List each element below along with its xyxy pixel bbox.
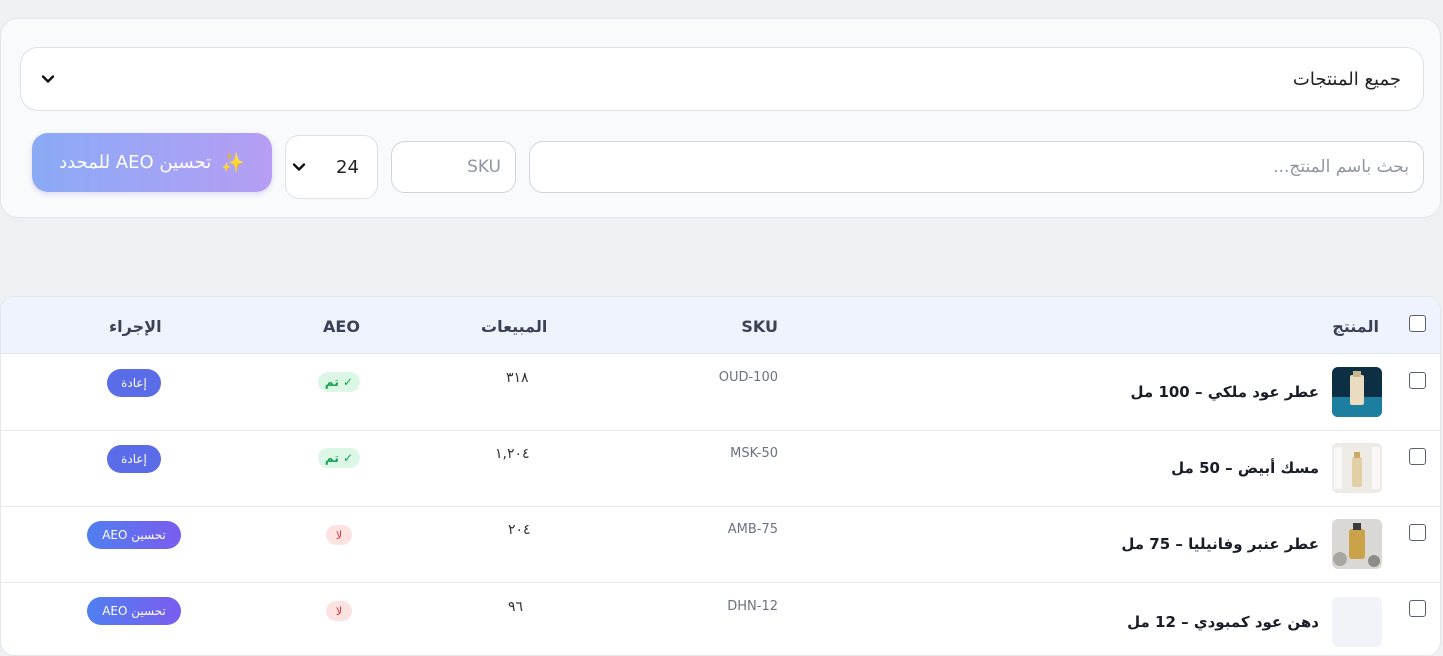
chevron-down-icon [292,160,306,174]
header-aeo: AEO [323,317,360,336]
category-select[interactable]: جميع المنتجات [20,47,1424,111]
products-table: المنتج SKU المبيعات AEO الإجراء عطر عود … [0,296,1441,656]
sku-search-input[interactable] [391,141,516,193]
product-name: مسك أبيض – 50 مل [1171,459,1319,477]
table-header: المنتج SKU المبيعات AEO الإجراء [1,297,1440,354]
product-name: دهن عود كمبودي – 12 مل [1127,613,1319,631]
product-thumbnail [1332,519,1382,569]
row-checkbox[interactable] [1409,448,1426,465]
table-row: دهن عود كمبودي – 12 مل DHN-12 ٩٦ لا تحسي… [1,583,1440,655]
header-action: الإجراء [109,317,162,336]
select-all-checkbox[interactable] [1409,315,1426,332]
per-page-value: 24 [336,156,359,178]
product-sales: ١,٢٠٤ [495,446,530,462]
table-row: عطر عنبر وفانيليا – 75 مل AMB-75 ٢٠٤ لا … [1,507,1440,583]
table-row: عطر عود ملكي – 100 مل OUD-100 ٣١٨ ✓ تم إ… [1,355,1440,431]
product-search-input[interactable] [529,141,1424,193]
row-checkbox[interactable] [1409,600,1426,617]
header-sku: SKU [741,317,778,336]
redo-button[interactable]: إعادة [107,369,161,397]
bulk-aeo-improve-button[interactable]: ✨ تحسين AEO للمحدد [32,133,272,192]
per-page-select[interactable]: 24 [285,135,378,199]
aeo-status-badge: ✓ تم [318,448,360,468]
product-sales: ٢٠٤ [508,522,531,538]
product-thumbnail [1332,443,1382,493]
redo-button[interactable]: إعادة [107,445,161,473]
aeo-status-badge: لا [326,525,352,545]
table-row: مسك أبيض – 50 مل MSK-50 ١,٢٠٤ ✓ تم إعادة [1,431,1440,507]
product-sku: OUD-100 [718,370,778,385]
header-product: المنتج [1332,317,1379,336]
product-sku: DHN-12 [727,599,778,614]
product-name: عطر عنبر وفانيليا – 75 مل [1121,535,1319,553]
header-sales: المبيعات [481,317,548,336]
row-checkbox[interactable] [1409,524,1426,541]
aeo-status-badge: ✓ تم [318,372,360,392]
product-sales: ٣١٨ [506,370,529,386]
product-sku: MSK-50 [730,446,778,461]
aeo-improve-button[interactable]: تحسين AEO [87,521,181,549]
category-select-value: جميع المنتجات [1292,68,1401,90]
chevron-down-icon [41,72,55,86]
product-sales: ٩٦ [508,599,524,615]
product-name: عطر عود ملكي – 100 مل [1130,383,1319,401]
sparkles-icon: ✨ [221,152,245,174]
row-checkbox[interactable] [1409,372,1426,389]
product-sku: AMB-75 [727,522,778,537]
bulk-aeo-improve-label: تحسين AEO للمحدد [59,152,212,173]
product-thumbnail-placeholder [1332,597,1382,647]
aeo-status-badge: لا [326,601,352,621]
aeo-improve-button[interactable]: تحسين AEO [87,597,181,625]
product-thumbnail [1332,367,1382,417]
filters-panel: جميع المنتجات 24 ✨ تحسين AEO للمحدد [0,18,1441,218]
